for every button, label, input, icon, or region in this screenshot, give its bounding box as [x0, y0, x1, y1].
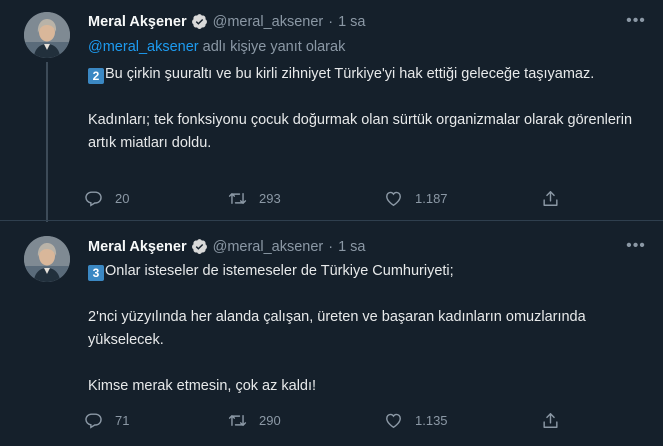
tweet-divider — [0, 220, 663, 221]
like-count: 1.135 — [415, 413, 448, 428]
tweet-paragraph: Kadınları; tek fonksiyonu çocuk doğurmak… — [88, 112, 633, 151]
verified-badge-icon — [191, 238, 208, 255]
share-button[interactable] — [541, 189, 572, 208]
reply-count: 20 — [115, 191, 130, 206]
heart-icon — [384, 189, 403, 208]
like-button[interactable]: 1.187 — [384, 189, 448, 208]
tweet-paragraph: Kimse merak etmesin, çok az kaldı! — [88, 378, 317, 394]
retweet-count: 290 — [259, 413, 281, 428]
separator: · — [328, 13, 334, 30]
share-icon — [541, 189, 560, 208]
reply-icon — [84, 411, 103, 430]
tweet-text: 3 Onlar isteseler de istemeseler de Türki… — [88, 260, 648, 421]
reply-mention-link[interactable]: @meral_aksener — [88, 39, 199, 55]
retweet-button[interactable]: 293 — [228, 189, 281, 208]
avatar[interactable] — [24, 12, 70, 58]
retweet-icon — [228, 189, 247, 208]
reply-context: @meral_aksener adlı kişiye yanıt olarak — [88, 39, 345, 55]
separator: · — [328, 238, 334, 255]
tweet-timestamp[interactable]: 1 sa — [338, 14, 365, 30]
like-count: 1.187 — [415, 191, 448, 206]
retweet-count: 293 — [259, 191, 281, 206]
reply-context-text: adlı kişiye yanıt olarak — [202, 39, 346, 55]
more-horizontal-icon[interactable]: ••• — [625, 238, 647, 254]
tweet-header: Meral Akşener @meral_aksener · 1 sa — [88, 238, 366, 255]
author-handle[interactable]: @meral_aksener — [213, 14, 324, 30]
verified-badge-icon — [191, 13, 208, 30]
reply-button[interactable]: 20 — [84, 189, 129, 208]
tweet-text: 2 Bu çirkin şuuraltı ve bu kirli zihniyet… — [88, 63, 648, 178]
reply-count: 71 — [115, 413, 130, 428]
author-name[interactable]: Meral Akşener — [88, 239, 187, 255]
tweet-timestamp[interactable]: 1 sa — [338, 239, 365, 255]
tweet[interactable]: Meral Akşener @meral_aksener · 1 sa ••• … — [0, 222, 663, 446]
reply-button[interactable]: 71 — [84, 411, 129, 430]
heart-icon — [384, 411, 403, 430]
like-button[interactable]: 1.135 — [384, 411, 448, 430]
keycap-number-icon: 2 — [88, 68, 104, 84]
retweet-button[interactable]: 290 — [228, 411, 281, 430]
share-button[interactable] — [541, 411, 572, 430]
retweet-icon — [228, 411, 247, 430]
tweet-paragraph: 2'nci yüzyılında her alanda çalışan, üre… — [88, 309, 586, 348]
tweet-paragraph: 2 Bu çirkin şuuraltı ve bu kirli zihniyet… — [88, 63, 648, 86]
tweet-actions: 20 293 1.187 — [84, 189, 564, 209]
keycap-number-icon: 3 — [88, 265, 104, 281]
thread-connector-line — [46, 62, 48, 222]
tweet-actions: 71 290 1.135 — [84, 411, 564, 431]
more-horizontal-icon[interactable]: ••• — [625, 13, 647, 29]
avatar[interactable] — [24, 236, 70, 282]
tweet[interactable]: Meral Akşener @meral_aksener · 1 sa ••• … — [0, 0, 663, 222]
tweet-header: Meral Akşener @meral_aksener · 1 sa — [88, 13, 366, 30]
reply-icon — [84, 189, 103, 208]
tweet-paragraph: 3 Onlar isteseler de istemeseler de Türki… — [88, 260, 648, 283]
tweet-paragraph-text: Bu çirkin şuuraltı ve bu kirli zihniyet … — [105, 66, 595, 82]
share-icon — [541, 411, 560, 430]
author-name[interactable]: Meral Akşener — [88, 14, 187, 30]
author-handle[interactable]: @meral_aksener — [213, 239, 324, 255]
tweet-paragraph-text: Onlar isteseler de istemeseler de Türkiy… — [105, 263, 454, 279]
